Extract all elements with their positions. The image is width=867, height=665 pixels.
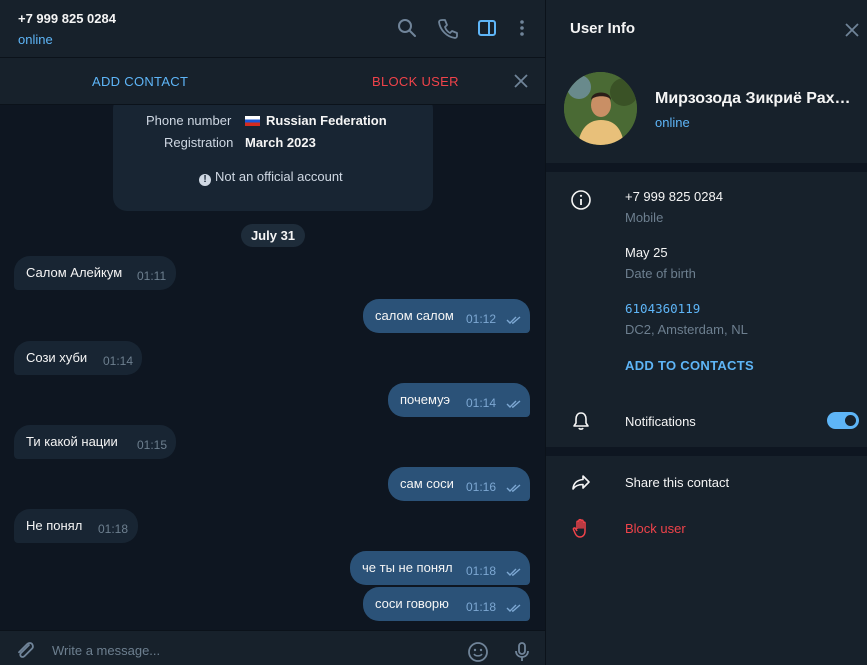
microphone-icon[interactable] (511, 641, 533, 663)
message-outgoing[interactable]: почемуэ 01:14 (388, 383, 530, 417)
search-icon[interactable] (396, 17, 418, 39)
message-time: 01:14 (103, 354, 134, 368)
official-account-note-text: Not an official account (215, 169, 343, 184)
message-incoming[interactable]: Салом Алейкум 01:11 (14, 256, 176, 290)
emoji-icon[interactable] (467, 641, 489, 663)
message-composer (0, 630, 545, 665)
chat-title[interactable]: +7 999 825 0284 (18, 11, 116, 26)
avatar[interactable] (564, 72, 637, 145)
message-incoming[interactable]: Ти какой нации 01:15 (14, 425, 176, 459)
message-text: Ти какой нации (26, 434, 118, 449)
chat-panel: +7 999 825 0284 online ADD CONTACT BLOCK… (0, 0, 545, 665)
official-account-note: ! Not an official account (199, 169, 343, 186)
add-contact-button[interactable]: ADD CONTACT (92, 74, 188, 89)
info-icon (570, 189, 592, 211)
message-text: соси говорю (375, 596, 449, 611)
user-datacenter: DC2, Amsterdam, NL (625, 322, 748, 337)
message-incoming[interactable]: Не понял 01:18 (14, 509, 138, 543)
user-status: online (655, 115, 690, 130)
attach-icon[interactable] (14, 639, 36, 661)
user-id[interactable]: 6104360119 (625, 301, 700, 316)
toggle-knob (845, 415, 856, 426)
user-phone-label: Mobile (625, 210, 664, 225)
notifications-label: Notifications (625, 414, 696, 429)
user-phone[interactable]: +7 999 825 0284 (625, 189, 723, 204)
more-menu-icon[interactable] (511, 17, 533, 39)
date-separator: July 31 (241, 224, 305, 247)
message-time: 01:18 (466, 600, 497, 614)
user-name: Мирзозода Зикриё Рахимов (655, 90, 860, 107)
panel-title: User Info (570, 20, 636, 37)
message-list[interactable]: Phone number Russian Federation Registra… (0, 105, 545, 630)
user-birthday-label: Date of birth (625, 266, 696, 281)
section-divider (546, 163, 867, 172)
user-info-panel: User Info Мирзозода Зикриё Рахимов onlin… (546, 0, 867, 665)
message-time: 01:16 (466, 480, 497, 494)
message-time: 01:18 (98, 522, 129, 536)
message-text: салом салом (375, 308, 454, 323)
notifications-toggle[interactable] (827, 412, 859, 429)
message-time: 01:18 (466, 564, 497, 578)
message-outgoing[interactable]: соси говорю 01:18 (363, 587, 530, 621)
read-checkmarks-icon (506, 400, 521, 408)
block-hand-icon (570, 517, 592, 539)
message-time: 01:12 (466, 312, 497, 326)
user-birthday[interactable]: May 25 (625, 245, 668, 260)
add-to-contacts-button[interactable]: ADD TO CONTACTS (625, 358, 754, 373)
registration-value: March 2023 (245, 135, 316, 150)
russia-flag-icon (245, 116, 260, 126)
block-user-menu-item[interactable]: Block user (625, 521, 686, 536)
close-panel-icon[interactable] (843, 21, 861, 39)
message-outgoing[interactable]: салом салом 01:12 (363, 299, 530, 333)
chat-header: +7 999 825 0284 online (0, 0, 545, 58)
read-checkmarks-icon (506, 316, 521, 324)
read-checkmarks-icon (506, 604, 521, 612)
message-text: Салом Алейкум (26, 265, 123, 280)
chat-status: online (18, 32, 53, 47)
message-time: 01:11 (137, 269, 167, 283)
read-checkmarks-icon (506, 568, 521, 576)
phone-country-value: Russian Federation (266, 113, 387, 128)
block-user-button[interactable]: BLOCK USER (372, 74, 459, 89)
message-time: 01:14 (466, 396, 497, 410)
phone-number-label: Phone number (146, 113, 232, 128)
warning-icon: ! (199, 174, 211, 186)
message-text: че ты не понял (362, 560, 453, 575)
share-icon (570, 471, 592, 493)
close-icon[interactable] (512, 72, 530, 90)
bell-icon (570, 410, 592, 432)
account-info-card: Phone number Russian Federation Registra… (113, 105, 433, 211)
share-contact-button[interactable]: Share this contact (625, 475, 729, 490)
message-text: Не понял (26, 518, 83, 533)
message-input[interactable] (52, 639, 432, 661)
message-time: 01:15 (137, 438, 168, 452)
read-checkmarks-icon (506, 484, 521, 492)
section-divider (546, 447, 867, 456)
sidebar-toggle-icon[interactable] (476, 17, 498, 39)
new-contact-action-bar: ADD CONTACT BLOCK USER (0, 58, 545, 105)
phone-call-icon[interactable] (437, 17, 459, 39)
registration-label: Registration (164, 135, 234, 150)
message-text: почемуэ (400, 392, 451, 407)
message-outgoing[interactable]: сам соси 01:16 (388, 467, 530, 501)
message-text: сам соси (400, 476, 454, 491)
message-incoming[interactable]: Сози хуби 01:14 (14, 341, 142, 375)
message-outgoing[interactable]: че ты не понял 01:18 (350, 551, 530, 585)
message-text: Сози хуби (26, 350, 88, 365)
